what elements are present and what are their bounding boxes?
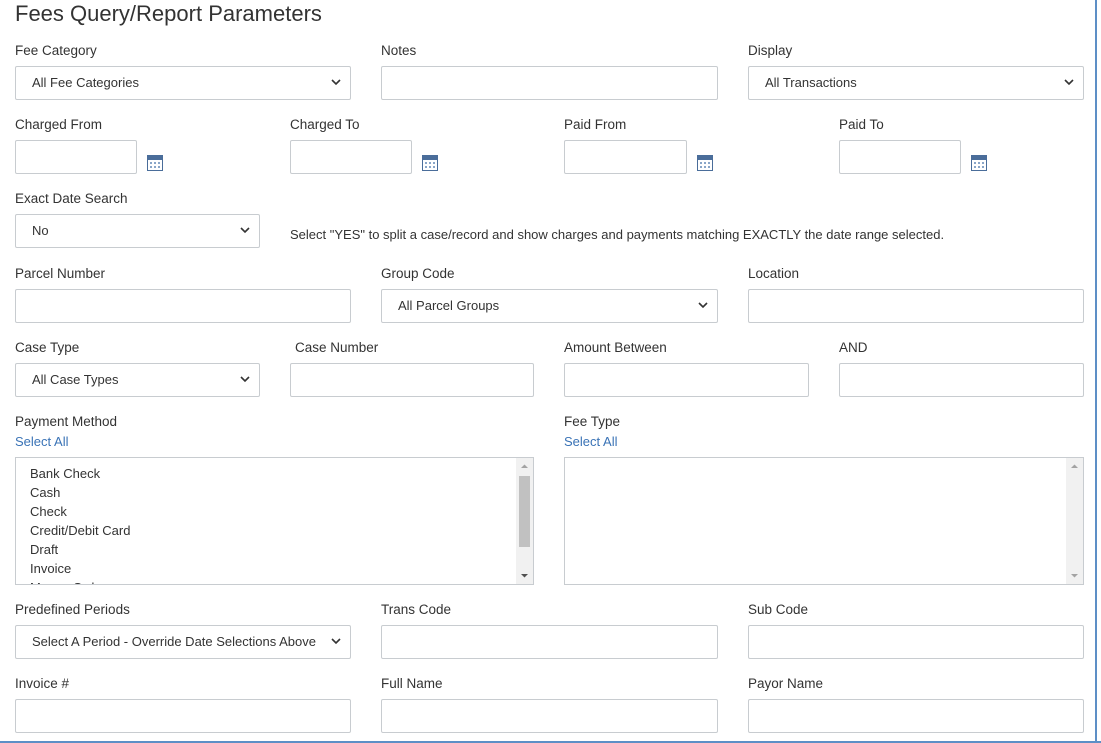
chevron-down-icon: [1064, 79, 1074, 86]
amount-between-label: Amount Between: [564, 340, 667, 355]
parcel-number-label: Parcel Number: [15, 266, 106, 281]
notes-input[interactable]: [381, 66, 718, 100]
scroll-down-icon[interactable]: [1066, 567, 1083, 584]
page-title: Fees Query/Report Parameters: [15, 1, 322, 26]
display-value: All Transactions: [765, 75, 857, 90]
amount-between-input[interactable]: [564, 363, 809, 397]
location-label: Location: [748, 266, 800, 281]
predefined-periods-value: Select A Period - Override Date Selectio…: [32, 634, 316, 649]
list-item[interactable]: Check: [30, 502, 130, 521]
fee-category-label: Fee Category: [15, 43, 97, 58]
fee-category-value: All Fee Categories: [32, 75, 139, 90]
case-number-label: Case Number: [295, 340, 379, 355]
exact-date-search-label: Exact Date Search: [15, 191, 128, 206]
display-select[interactable]: All Transactions: [748, 66, 1084, 100]
group-code-value: All Parcel Groups: [398, 298, 500, 313]
fee-type-select-all-link[interactable]: Select All: [564, 433, 617, 451]
payment-method-scrollbar[interactable]: [516, 458, 533, 584]
chevron-down-icon: [240, 376, 250, 383]
invoice-number-label: Invoice #: [15, 676, 70, 691]
full-name-input[interactable]: [381, 699, 718, 733]
group-code-label: Group Code: [381, 266, 455, 281]
case-type-value: All Case Types: [32, 372, 119, 387]
charged-to-label: Charged To: [290, 117, 360, 132]
scroll-up-icon[interactable]: [1066, 458, 1083, 475]
payor-name-input[interactable]: [748, 699, 1084, 733]
full-name-label: Full Name: [381, 676, 443, 691]
payment-method-listbox[interactable]: Bank Check Cash Check Credit/Debit Card Draf…: [15, 457, 534, 585]
payment-method-select-all-link[interactable]: Select All: [15, 433, 68, 451]
amount-and-label: AND: [839, 340, 868, 355]
calendar-icon[interactable]: [422, 155, 438, 171]
payment-method-label: Payment Method: [15, 414, 118, 429]
paid-to-label: Paid To: [839, 117, 884, 132]
window-border-right: [1095, 0, 1097, 743]
notes-label: Notes: [381, 43, 417, 58]
payment-method-options: Bank Check Cash Check Credit/Debit Card Draf…: [30, 464, 130, 584]
chevron-down-icon: [331, 638, 341, 645]
fee-type-scrollbar[interactable]: [1066, 458, 1083, 584]
exact-date-search-select[interactable]: No: [15, 214, 260, 248]
fee-type-listbox[interactable]: [564, 457, 1084, 585]
fee-type-label: Fee Type: [564, 414, 621, 429]
paid-from-input[interactable]: [564, 140, 687, 174]
predefined-periods-label: Predefined Periods: [15, 602, 130, 617]
scrollbar-thumb[interactable]: [519, 476, 530, 547]
case-type-label: Case Type: [15, 340, 80, 355]
calendar-icon[interactable]: [971, 155, 987, 171]
predefined-periods-select[interactable]: Select A Period - Override Date Selectio…: [15, 625, 351, 659]
exact-date-search-value: No: [32, 223, 49, 238]
chevron-down-icon: [240, 227, 250, 234]
sub-code-label: Sub Code: [748, 602, 809, 617]
list-item[interactable]: Cash: [30, 483, 130, 502]
case-number-input[interactable]: [290, 363, 534, 397]
list-item[interactable]: Bank Check: [30, 464, 130, 483]
parcel-number-input[interactable]: [15, 289, 351, 323]
list-item[interactable]: Credit/Debit Card: [30, 521, 130, 540]
payor-name-label: Payor Name: [748, 676, 824, 691]
chevron-down-icon: [698, 302, 708, 309]
trans-code-label: Trans Code: [381, 602, 452, 617]
location-input[interactable]: [748, 289, 1084, 323]
trans-code-input[interactable]: [381, 625, 718, 659]
fee-category-select[interactable]: All Fee Categories: [15, 66, 351, 100]
charged-to-input[interactable]: [290, 140, 412, 174]
scroll-down-icon[interactable]: [516, 567, 533, 584]
chevron-down-icon: [331, 79, 341, 86]
amount-and-input[interactable]: [839, 363, 1084, 397]
exact-date-help-text: Select "YES" to split a case/record and …: [290, 227, 945, 242]
charged-from-input[interactable]: [15, 140, 137, 174]
list-item[interactable]: Money Order: [30, 578, 130, 584]
calendar-icon[interactable]: [697, 155, 713, 171]
list-item[interactable]: Invoice: [30, 559, 130, 578]
charged-from-label: Charged From: [15, 117, 103, 132]
group-code-select[interactable]: All Parcel Groups: [381, 289, 718, 323]
paid-to-input[interactable]: [839, 140, 961, 174]
paid-from-label: Paid From: [564, 117, 627, 132]
invoice-number-input[interactable]: [15, 699, 351, 733]
case-type-select[interactable]: All Case Types: [15, 363, 260, 397]
list-item[interactable]: Draft: [30, 540, 130, 559]
calendar-icon[interactable]: [147, 155, 163, 171]
display-label: Display: [748, 43, 793, 58]
sub-code-input[interactable]: [748, 625, 1084, 659]
scroll-up-icon[interactable]: [516, 458, 533, 475]
